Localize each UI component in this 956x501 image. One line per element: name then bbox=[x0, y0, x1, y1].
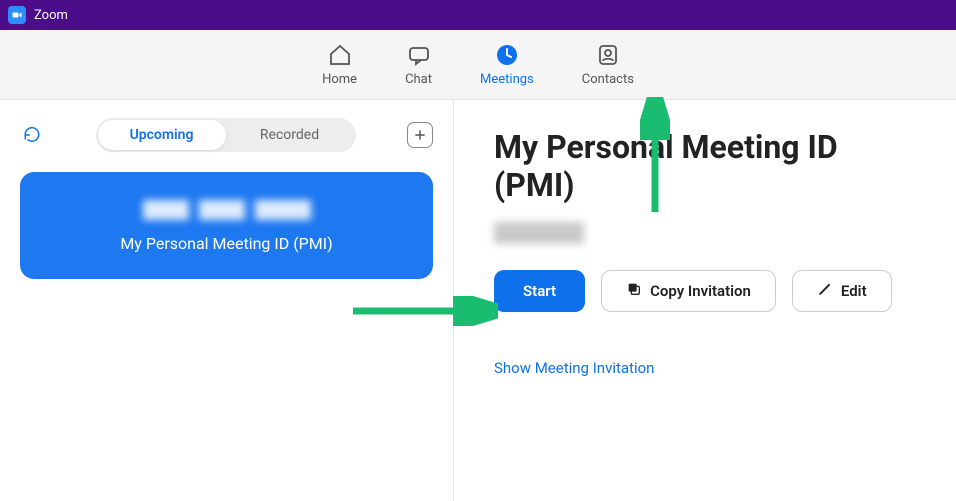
copy-invitation-button[interactable]: Copy Invitation bbox=[601, 270, 776, 312]
contacts-icon bbox=[595, 42, 621, 68]
meeting-title: My Personal Meeting ID (PMI) bbox=[494, 128, 926, 204]
refresh-button[interactable] bbox=[20, 123, 44, 147]
show-invitation-link[interactable]: Show Meeting Invitation bbox=[494, 359, 654, 377]
nav-chat[interactable]: Chat bbox=[405, 42, 432, 87]
main-navbar: Home Chat Meetings Contacts bbox=[0, 30, 956, 100]
app-title: Zoom bbox=[34, 8, 68, 23]
meetings-sidebar: Upcoming Recorded My Personal Meeting ID… bbox=[0, 100, 454, 501]
edit-button[interactable]: Edit bbox=[792, 270, 892, 312]
nav-meetings-label: Meetings bbox=[480, 72, 534, 87]
start-button[interactable]: Start bbox=[494, 270, 585, 312]
pmi-card-label: My Personal Meeting ID (PMI) bbox=[40, 234, 413, 253]
tab-upcoming[interactable]: Upcoming bbox=[98, 120, 226, 150]
tab-recorded[interactable]: Recorded bbox=[226, 120, 354, 150]
home-icon bbox=[327, 42, 353, 68]
chat-icon bbox=[406, 42, 432, 68]
zoom-logo-icon bbox=[8, 6, 26, 24]
copy-invitation-label: Copy Invitation bbox=[650, 282, 751, 300]
meetings-filter-toggle: Upcoming Recorded bbox=[96, 118, 356, 152]
nav-home-label: Home bbox=[322, 72, 357, 87]
meeting-detail-panel: My Personal Meeting ID (PMI) Start Copy … bbox=[454, 100, 956, 501]
clock-icon bbox=[494, 42, 520, 68]
copy-icon bbox=[626, 281, 642, 301]
add-meeting-button[interactable] bbox=[407, 122, 433, 148]
window-titlebar: Zoom bbox=[0, 0, 956, 30]
nav-contacts[interactable]: Contacts bbox=[582, 42, 634, 87]
nav-chat-label: Chat bbox=[405, 72, 432, 87]
nav-home[interactable]: Home bbox=[322, 42, 357, 87]
pmi-card[interactable]: My Personal Meeting ID (PMI) bbox=[20, 172, 433, 279]
nav-contacts-label: Contacts bbox=[582, 72, 634, 87]
pmi-id-redacted bbox=[143, 200, 311, 220]
edit-label: Edit bbox=[841, 282, 867, 300]
nav-meetings[interactable]: Meetings bbox=[480, 42, 534, 87]
pencil-icon bbox=[817, 281, 833, 301]
meeting-id-redacted bbox=[494, 222, 584, 244]
